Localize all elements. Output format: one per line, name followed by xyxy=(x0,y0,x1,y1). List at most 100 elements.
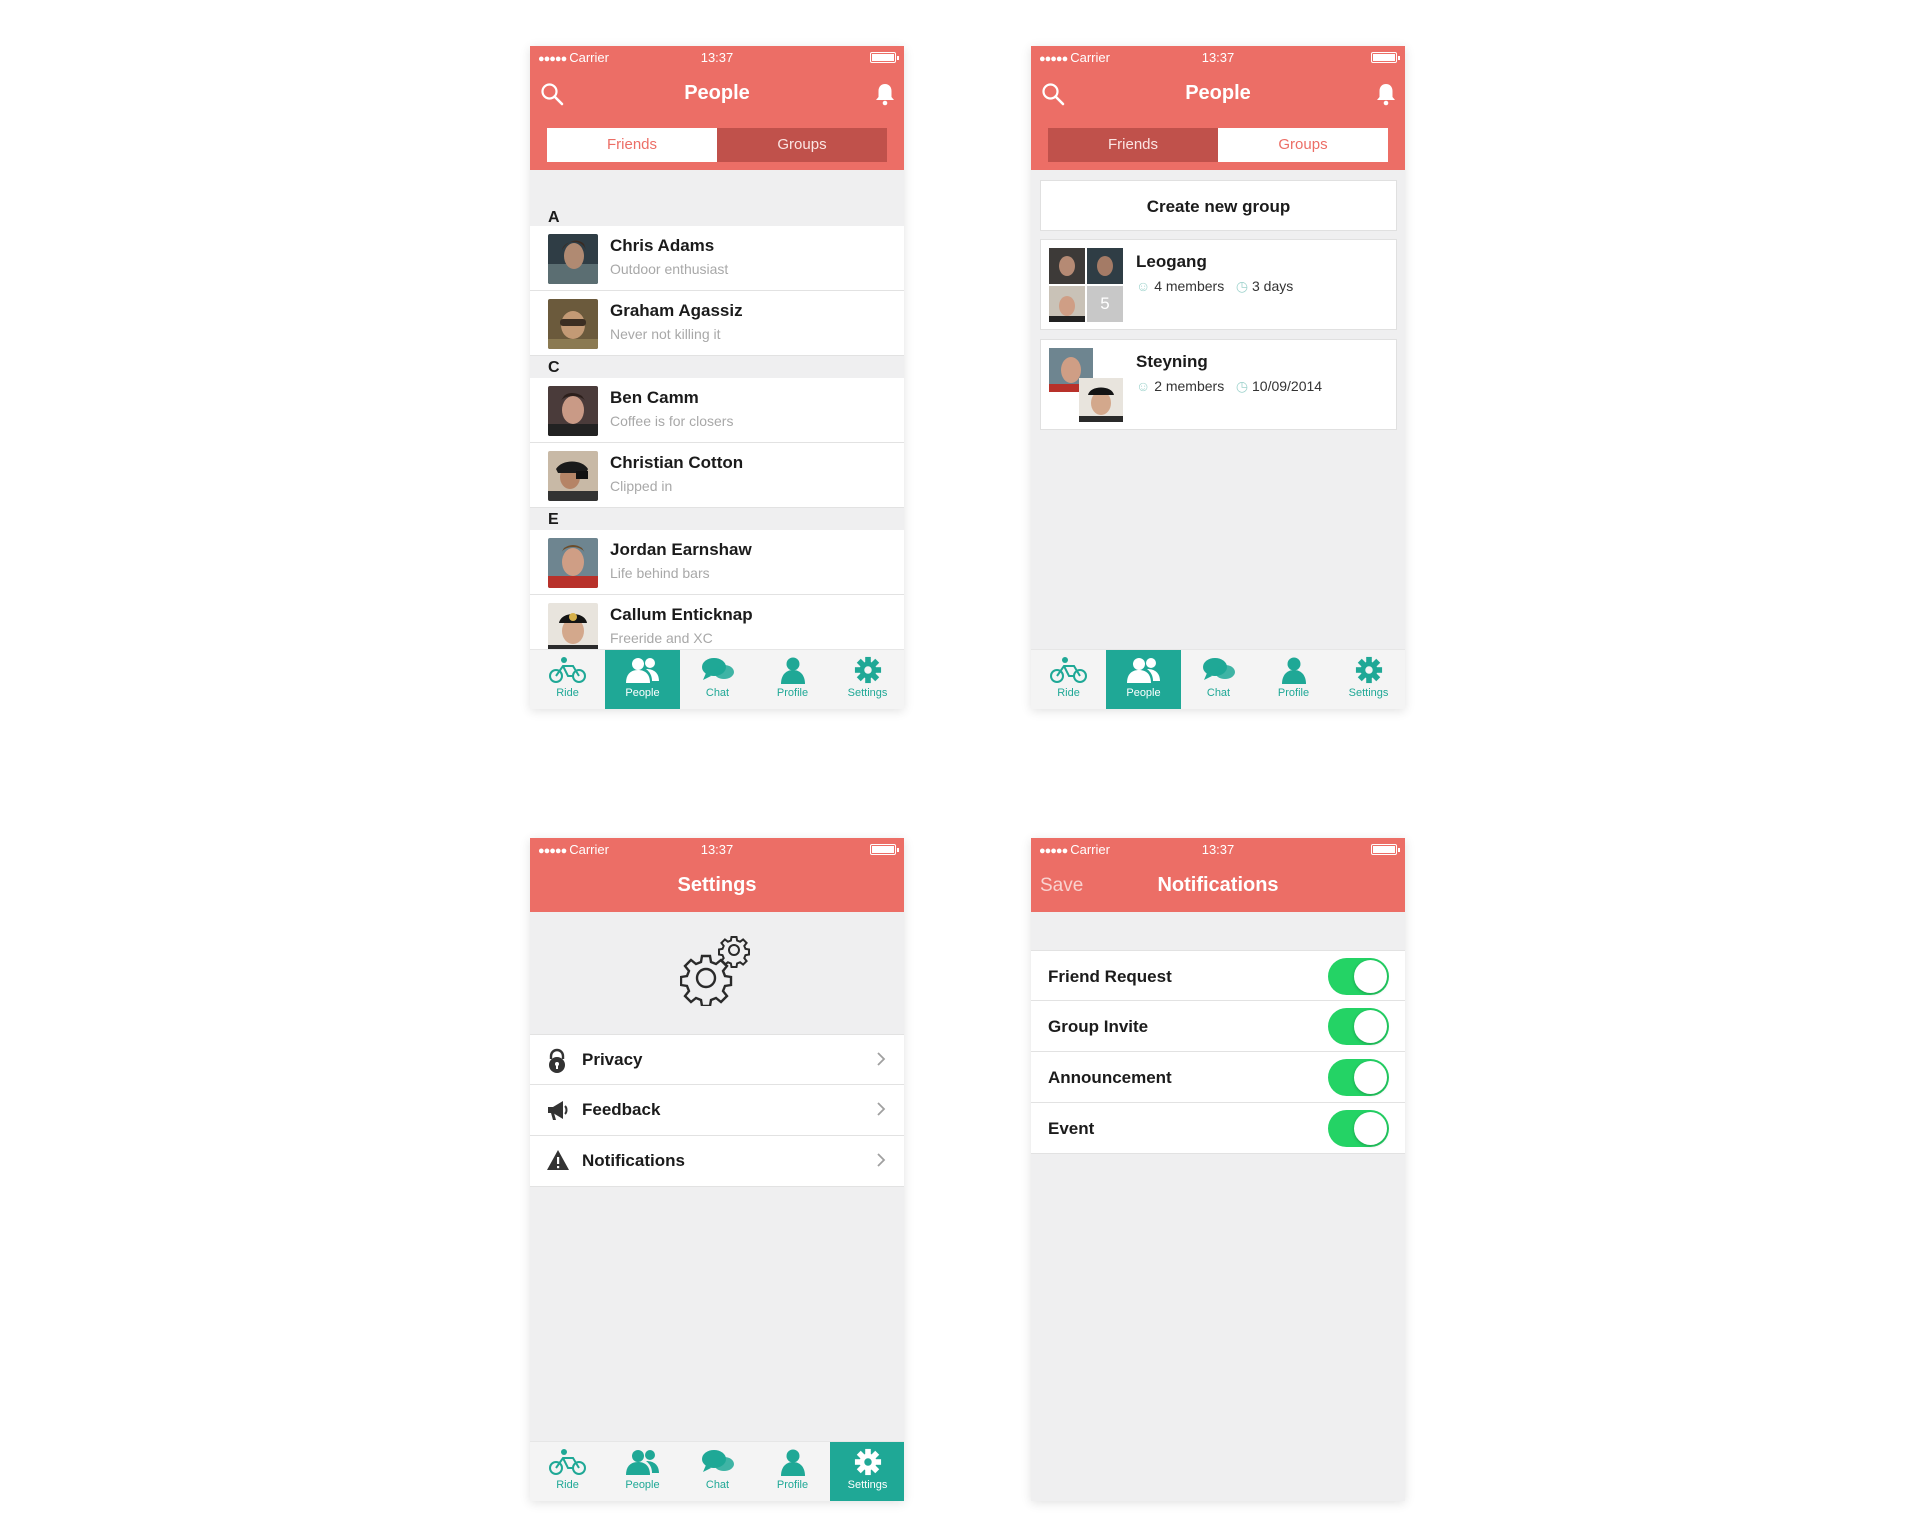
list-item[interactable]: Ben Camm Coffee is for closers xyxy=(530,378,904,443)
segment-groups[interactable]: Groups xyxy=(717,128,887,162)
toggle-knob xyxy=(1354,1061,1387,1094)
group-name: Steyning xyxy=(1136,352,1208,371)
people-icon xyxy=(625,1450,659,1475)
avatar xyxy=(548,538,598,588)
group-card[interactable]: Steyning ☺ 2 members ◷ 10/09/2014 xyxy=(1040,339,1397,430)
tab-label: Ride xyxy=(556,1479,579,1491)
group-time: 10/09/2014 xyxy=(1252,378,1323,394)
toggle-switch[interactable] xyxy=(1328,1110,1389,1147)
tab-people[interactable]: People xyxy=(605,1442,680,1501)
toggle-switch[interactable] xyxy=(1328,1008,1389,1045)
avatar xyxy=(548,603,598,653)
notification-label: Friend Request xyxy=(1048,967,1172,986)
notification-row: Event xyxy=(1031,1103,1405,1154)
settings-item-feedback[interactable]: Feedback xyxy=(530,1085,904,1136)
group-card[interactable]: 5 Leogang ☺ 4 members ◷ 3 days xyxy=(1040,239,1397,330)
battery-icon xyxy=(870,52,899,63)
clock-icon: ◷ xyxy=(1235,278,1249,294)
tab-profile[interactable]: Profile xyxy=(1256,650,1331,709)
group-name: Leogang xyxy=(1136,252,1207,271)
notification-row: Group Invite xyxy=(1031,1001,1405,1052)
list-item[interactable]: Chris Adams Outdoor enthusiast xyxy=(530,226,904,291)
tab-people[interactable]: People xyxy=(1106,650,1181,709)
settings-item-notifications[interactable]: Notifications xyxy=(530,1136,904,1187)
tab-settings[interactable]: Settings xyxy=(830,650,904,709)
person-name: Christian Cotton xyxy=(610,453,744,472)
tab-chat[interactable]: Chat xyxy=(680,1442,755,1501)
notification-label: Group Invite xyxy=(1048,1017,1149,1036)
tab-label: Chat xyxy=(705,687,730,699)
segmented-control: Friends Groups xyxy=(1031,120,1405,170)
tab-label: Settings xyxy=(847,1479,888,1491)
tab-label: Chat xyxy=(705,1479,730,1491)
tab-profile[interactable]: Profile xyxy=(755,1442,830,1501)
page-title: People xyxy=(1185,82,1251,104)
person-icon xyxy=(1281,657,1306,684)
members-icon: ☺ xyxy=(1136,378,1151,394)
tab-ride[interactable]: Ride xyxy=(1031,650,1106,709)
tab-ride[interactable]: Ride xyxy=(530,650,605,709)
tab-settings[interactable]: Settings xyxy=(1331,650,1405,709)
people-icon xyxy=(1126,658,1160,683)
bicycle-icon xyxy=(548,657,586,683)
header: ●●●●● Carrier 13:37 People Friends Groups xyxy=(530,46,904,170)
list-item[interactable]: Jordan Earnshaw Life behind bars xyxy=(530,530,904,595)
nav-bar: Save Notifications xyxy=(1031,860,1405,912)
bell-icon[interactable] xyxy=(1375,82,1397,111)
chat-icon xyxy=(701,1450,734,1472)
tab-profile[interactable]: Profile xyxy=(755,650,830,709)
tab-chat[interactable]: Chat xyxy=(1181,650,1256,709)
page-title: Settings xyxy=(677,874,757,896)
tab-settings[interactable]: Settings xyxy=(830,1442,904,1501)
status-time: 13:37 xyxy=(1201,842,1235,857)
tab-label: Settings xyxy=(847,687,888,699)
extra-members-count: 5 xyxy=(1087,286,1123,322)
tab-people[interactable]: People xyxy=(605,650,680,709)
list-item[interactable]: Christian Cotton Clipped in xyxy=(530,443,904,508)
tab-label: People xyxy=(625,687,660,699)
gear-icon xyxy=(854,656,881,684)
tab-bar: Ride People Chat Profile Settings xyxy=(530,1441,904,1501)
tab-ride[interactable]: Ride xyxy=(530,1442,605,1501)
toggle-knob xyxy=(1354,1112,1387,1145)
notification-row: Announcement xyxy=(1031,1052,1405,1103)
person-status: Freeride and XC xyxy=(610,630,713,646)
status-bar: ●●●●● Carrier 13:37 xyxy=(530,46,904,68)
gears-icon xyxy=(679,934,754,1011)
segment-groups[interactable]: Groups xyxy=(1218,128,1388,162)
member-avatar xyxy=(1049,248,1085,284)
person-name: Chris Adams xyxy=(610,236,715,255)
toggle-switch[interactable] xyxy=(1328,1059,1389,1096)
tab-label: Ride xyxy=(1057,687,1080,699)
members-icon: ☺ xyxy=(1136,278,1151,294)
gear-icon xyxy=(854,1448,881,1476)
create-group-button[interactable]: Create new group xyxy=(1040,180,1397,231)
people-icon xyxy=(625,658,659,683)
person-status: Outdoor enthusiast xyxy=(610,261,729,277)
friends-screen: ●●●●● Carrier 13:37 People Friends Groups… xyxy=(530,46,904,709)
settings-item-label: Feedback xyxy=(582,1100,661,1119)
segmented-control: Friends Groups xyxy=(530,120,904,170)
settings-item-privacy[interactable]: Privacy xyxy=(530,1034,904,1085)
list-item[interactable]: Graham Agassiz Never not killing it xyxy=(530,291,904,356)
friends-list: A Chris Adams Outdoor enthusiast Graham … xyxy=(530,170,904,660)
notification-label: Announcement xyxy=(1048,1068,1172,1087)
battery-icon xyxy=(870,844,899,855)
person-name: Callum Enticknap xyxy=(610,605,753,624)
avatar xyxy=(548,451,598,501)
tab-label: Profile xyxy=(776,687,809,699)
person-status: Never not killing it xyxy=(610,326,721,342)
status-bar: ●●●●● Carrier 13:37 xyxy=(1031,46,1405,68)
toggle-switch[interactable] xyxy=(1328,958,1389,995)
bell-icon[interactable] xyxy=(874,82,896,111)
segment-friends[interactable]: Friends xyxy=(547,128,717,162)
header: ●●●●● Carrier 13:37 Settings xyxy=(530,838,904,912)
clock-icon: ◷ xyxy=(1235,378,1249,394)
person-status: Life behind bars xyxy=(610,565,710,581)
tab-chat[interactable]: Chat xyxy=(680,650,755,709)
segment-friends[interactable]: Friends xyxy=(1048,128,1218,162)
person-status: Clipped in xyxy=(610,478,673,494)
section-header: C xyxy=(530,356,904,378)
status-bar: ●●●●● Carrier 13:37 xyxy=(530,838,904,860)
toggle-knob xyxy=(1354,960,1387,993)
